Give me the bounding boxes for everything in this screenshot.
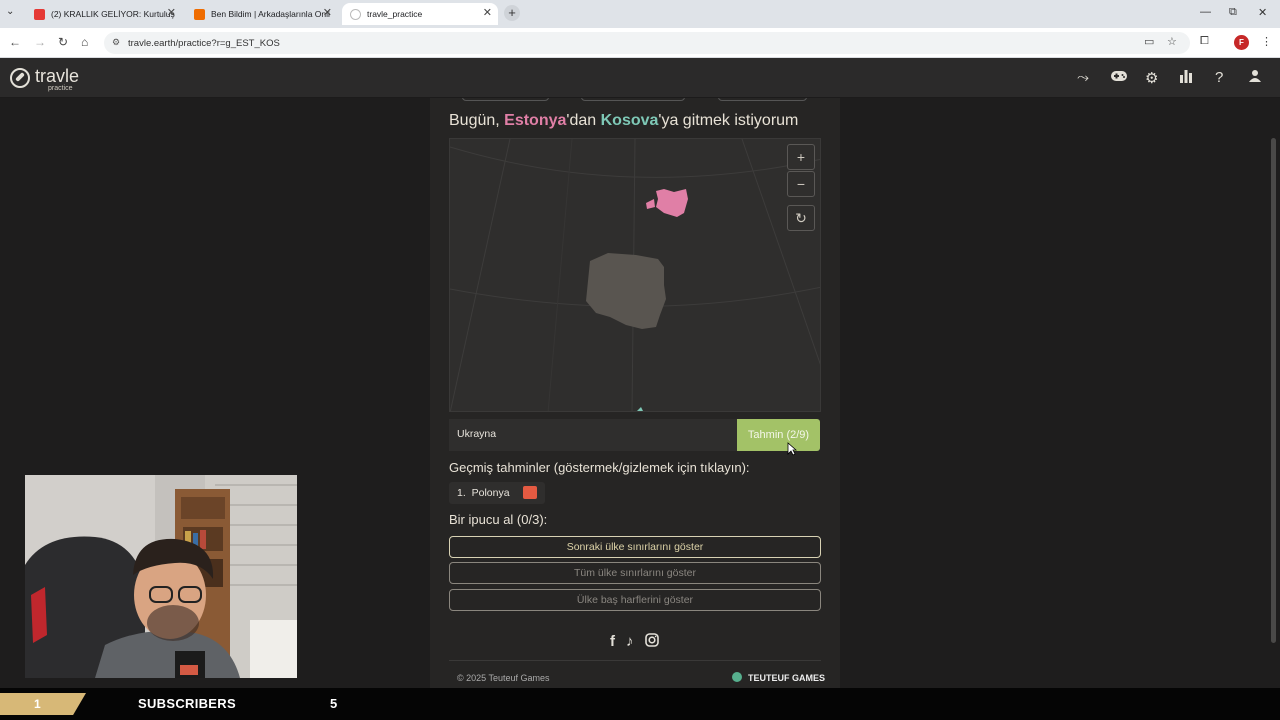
destination-country: Kosova [600,112,659,129]
zoom-in-button[interactable]: + [787,144,815,170]
new-tab-button[interactable]: + [504,5,520,21]
mode-tab[interactable] [718,98,807,101]
tab-search-icon[interactable]: ⌄ [6,6,14,17]
app-header: travle practice ⤳ ⚙ ? [0,58,1280,98]
map-svg [450,139,820,411]
route-icon[interactable]: ⤳ [1077,69,1089,86]
site-icon [194,8,205,20]
browser-toolbar: ← → ↻ ⌂ ⚙ travle.earth/practice?r=g_EST_… [0,28,1280,58]
restore-icon[interactable]: ⧉ [1229,6,1237,19]
kosovo-shape [637,407,643,411]
subscriber-label: SUBSCRIBERS [138,696,236,711]
tab-title: Ben Bildim | Arkadaşlarınla Onli [211,9,330,19]
menu-icon[interactable]: ⋮ [1261,35,1272,48]
stats-icon[interactable] [1179,69,1193,87]
distance-color-badge [523,486,537,499]
hints-label: Bir ipucu al (0/3): [449,512,548,527]
mouse-cursor-icon [787,442,797,456]
minimize-icon[interactable]: — [1200,6,1211,18]
youtube-icon [34,8,45,20]
poland-shape [586,253,666,329]
tab-title: travle_practice [367,9,423,19]
history-item[interactable]: 1. Polonya [449,482,545,504]
user-icon[interactable] [1249,69,1261,86]
tab-travle[interactable]: travle_practice ✕ [342,3,498,25]
help-icon[interactable]: ? [1215,69,1223,86]
gear-icon[interactable]: ⚙ [1145,69,1158,87]
home-icon[interactable]: ⌂ [81,35,88,49]
hint-next-borders-button[interactable]: Sonraki ülke sınırlarını göster [449,536,821,558]
extensions-icon[interactable]: ⧠ [1200,35,1209,48]
history-country: Polonya [471,487,510,499]
map[interactable] [449,138,821,412]
subscriber-count: 1 [0,693,86,715]
gamepad-icon[interactable] [1110,69,1128,87]
browser-tabstrip: ⌄ (2) KRALLIK GELİYOR: Kurtuluş ✕ Ben Bi… [0,0,1280,28]
close-icon[interactable]: ✕ [167,6,176,19]
mode-tab[interactable] [462,98,549,101]
guess-button[interactable]: Tahmin (2/9) [737,419,820,451]
address-bar[interactable]: ⚙ travle.earth/practice?r=g_EST_KOS [104,32,1190,54]
mode-tab[interactable] [581,98,685,101]
copyright-text: © 2025 Teuteuf Games [457,673,550,683]
tab-title: (2) KRALLIK GELİYOR: Kurtuluş [51,9,175,19]
profile-avatar[interactable]: F [1234,35,1249,50]
brand-logo-icon [732,672,742,682]
tab-benbildim[interactable]: Ben Bildim | Arkadaşlarınla Onli ✕ [186,3,338,25]
guess-input[interactable]: Ukrayna [449,419,739,451]
compass-icon [10,68,30,88]
forward-icon[interactable]: → [34,35,46,49]
subscriber-goal: 5 [330,696,338,711]
origin-country: Estonya [504,112,567,129]
history-label[interactable]: Geçmiş tahminler (göstermek/gizlemek içi… [449,460,750,475]
site-info-icon[interactable]: ⚙ [112,37,120,48]
instagram-icon[interactable] [645,633,659,651]
subscriber-bar: 1 SUBSCRIBERS 5 [0,688,1280,720]
webcam-overlay [25,475,297,678]
logo-text[interactable]: travle [35,66,79,87]
window-close-icon[interactable]: ✕ [1258,6,1267,19]
close-icon[interactable]: ✕ [323,6,332,19]
url-text: travle.earth/practice?r=g_EST_KOS [128,37,280,49]
webcam-image [25,475,297,678]
zoom-out-button[interactable]: − [787,171,815,197]
estonia-shape [646,189,688,217]
hint-initials-button[interactable]: Ülke baş harflerini göster [449,589,821,611]
tab-youtube[interactable]: (2) KRALLIK GELİYOR: Kurtuluş ✕ [26,3,182,25]
close-icon[interactable]: ✕ [483,6,492,19]
footer-divider [449,660,821,661]
reload-icon[interactable]: ↻ [58,35,68,49]
hint-all-borders-button[interactable]: Tüm ülke sınırlarını göster [449,562,821,584]
compass-icon [350,8,361,20]
bookmark-icon[interactable]: ☆ [1167,35,1177,48]
back-icon[interactable]: ← [9,35,21,49]
reset-view-button[interactable]: ↻ [787,205,815,231]
question-heading: Bugün, Estonya'dan Kosova'ya gitmek isti… [449,112,799,129]
logo-subtitle: practice [48,85,73,92]
brand-link[interactable]: TEUTEUF GAMES [732,672,825,683]
facebook-icon[interactable]: f [610,633,615,650]
scrollbar[interactable] [1271,138,1276,643]
tiktok-icon[interactable]: ♪ [626,633,634,650]
install-icon[interactable]: ▭ [1144,35,1154,48]
